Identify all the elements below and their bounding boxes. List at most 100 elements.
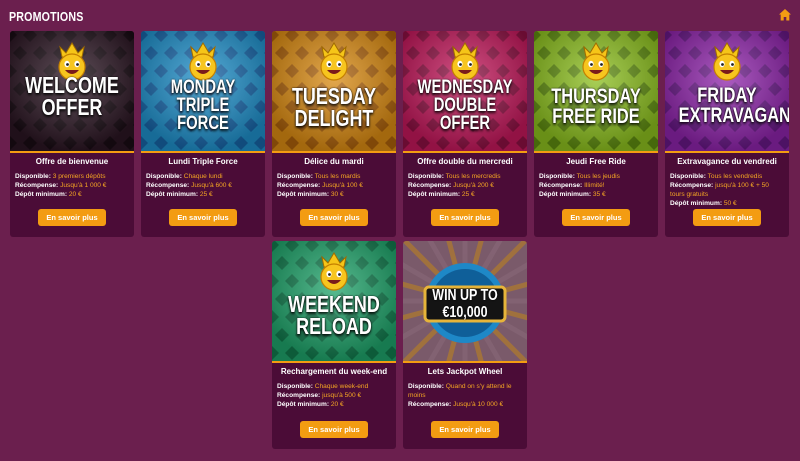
promo-banner-image[interactable]: TUESDAY DELIGHT bbox=[272, 31, 396, 153]
promo-details: Disponible: 3 premiers dépôts Récompense:… bbox=[10, 172, 134, 199]
promo-title: Rechargement du week-end bbox=[280, 367, 388, 376]
promo-detail-value: 30 € bbox=[330, 191, 344, 198]
learn-more-button[interactable]: En savoir plus bbox=[169, 209, 237, 226]
promo-detail-row: Récompense: Jusqu'à 10 000 € bbox=[408, 400, 522, 409]
promo-card[interactable]: WEDNESDAY DOUBLE OFFER Offre double du me… bbox=[403, 31, 527, 237]
promo-detail-row: Disponible: Tous les mardis bbox=[277, 172, 391, 181]
promo-card[interactable]: MONDAY TRIPLE FORCE Lundi Triple Force Dis… bbox=[141, 31, 265, 237]
promo-detail-label: Dépôt minimum: bbox=[539, 191, 592, 198]
promo-detail-value: Tous les vendredis bbox=[707, 173, 763, 180]
promo-title: Lundi Triple Force bbox=[168, 157, 238, 166]
header: PROMOTIONS bbox=[0, 0, 800, 30]
promo-detail-row: Dépôt minimum: 20 € bbox=[15, 190, 129, 199]
promo-detail-label: Dépôt minimum: bbox=[408, 191, 461, 198]
promo-banner-image[interactable]: WIN UP TO €10,000 bbox=[403, 241, 527, 363]
promo-banner-image[interactable]: WEDNESDAY DOUBLE OFFER bbox=[403, 31, 527, 153]
promo-detail-row: Récompense: jusqu'à 100 € + 50 tours gra… bbox=[670, 181, 784, 199]
promo-banner-image[interactable]: WELCOME OFFER bbox=[10, 31, 134, 153]
learn-more-button[interactable]: En savoir plus bbox=[562, 209, 630, 226]
promo-card[interactable]: TUESDAY DELIGHT Délice du mardi Disponible… bbox=[272, 31, 396, 237]
promo-banner-image[interactable]: MONDAY TRIPLE FORCE bbox=[141, 31, 265, 153]
promo-detail-value: 25 € bbox=[199, 191, 213, 198]
promo-detail-row: Dépôt minimum: 25 € bbox=[146, 190, 260, 199]
promo-detail-value: 20 € bbox=[68, 191, 82, 198]
promo-detail-value: Jusqu'à 1 000 € bbox=[60, 182, 107, 189]
promo-card[interactable]: FRIDAY EXTRAVAGANZA Extravagance du vendr… bbox=[665, 31, 789, 237]
learn-more-button[interactable]: En savoir plus bbox=[300, 421, 368, 438]
promo-detail-row: Disponible: Chaque lundi bbox=[146, 172, 260, 181]
promo-detail-value: Chaque week-end bbox=[314, 383, 369, 390]
learn-more-button[interactable]: En savoir plus bbox=[693, 209, 761, 226]
promo-detail-label: Dépôt minimum: bbox=[670, 200, 723, 207]
promo-detail-label: Récompense: bbox=[146, 182, 190, 189]
learn-more-button[interactable]: En savoir plus bbox=[431, 209, 499, 226]
promo-detail-row: Disponible: Quand on s'y attend le moins bbox=[408, 382, 522, 400]
promo-headline: TUESDAY DELIGHT bbox=[291, 83, 377, 131]
promo-detail-row: Disponible: Tous les vendredis bbox=[670, 172, 784, 181]
promo-detail-row: Récompense: Jusqu'à 1 000 € bbox=[15, 181, 129, 190]
promo-title: Jeudi Free Ride bbox=[566, 157, 626, 166]
promo-card[interactable]: WEEKEND RELOAD Rechargement du week-end Di… bbox=[272, 241, 396, 449]
promo-title: Offre de bienvenue bbox=[35, 157, 109, 166]
promo-detail-row: Récompense: jusqu'à 500 € bbox=[277, 391, 391, 400]
promo-detail-row: Dépôt minimum: 20 € bbox=[277, 400, 391, 409]
promo-banner-image[interactable]: FRIDAY EXTRAVAGANZA bbox=[665, 31, 789, 153]
promo-detail-value: Jusqu'à 600 € bbox=[191, 182, 232, 189]
promo-headline: WIN UP TO €10,000 bbox=[432, 287, 498, 321]
promo-detail-value: Tous les mercredis bbox=[445, 173, 501, 180]
promo-details: Disponible: Quand on s'y attend le moins… bbox=[403, 382, 527, 409]
promo-banner-image[interactable]: THURSDAY FREE RIDE bbox=[534, 31, 658, 153]
promo-detail-value: jusqu'à 500 € bbox=[322, 392, 362, 399]
promo-detail-label: Récompense: bbox=[670, 182, 714, 189]
promo-detail-label: Disponible: bbox=[15, 173, 51, 180]
promo-detail-label: Dépôt minimum: bbox=[277, 191, 330, 198]
promo-detail-label: Dépôt minimum: bbox=[277, 401, 330, 408]
promo-detail-row: Dépôt minimum: 30 € bbox=[277, 190, 391, 199]
page-title: PROMOTIONS bbox=[9, 9, 84, 24]
promo-headline: WEEKEND RELOAD bbox=[288, 291, 380, 339]
promo-details: Disponible: Chaque week-end Récompense: j… bbox=[272, 382, 396, 409]
promo-detail-value: Illimité! bbox=[584, 182, 605, 189]
promo-detail-value: 3 premiers dépôts bbox=[52, 173, 106, 180]
promo-banner-image[interactable]: WEEKEND RELOAD bbox=[272, 241, 396, 363]
promo-details: Disponible: Chaque lundi Récompense: Jusq… bbox=[141, 172, 265, 199]
promo-detail-label: Disponible: bbox=[408, 173, 444, 180]
promo-detail-value: 35 € bbox=[592, 191, 606, 198]
promo-card[interactable]: WIN UP TO €10,000 Lets Jackpot Wheel Dispo… bbox=[403, 241, 527, 449]
promo-detail-label: Disponible: bbox=[277, 383, 313, 390]
learn-more-button[interactable]: En savoir plus bbox=[38, 209, 106, 226]
promo-details: Disponible: Tous les mercredis Récompense… bbox=[403, 172, 527, 199]
promo-title: Lets Jackpot Wheel bbox=[427, 367, 503, 376]
promo-detail-row: Dépôt minimum: 35 € bbox=[539, 190, 653, 199]
promo-detail-label: Récompense: bbox=[277, 392, 321, 399]
promo-title: Extravagance du vendredi bbox=[677, 157, 777, 166]
promo-detail-label: Récompense: bbox=[539, 182, 583, 189]
promo-details: Disponible: Tous les mardis Récompense: J… bbox=[272, 172, 396, 199]
home-icon[interactable] bbox=[778, 8, 792, 22]
promo-title: Délice du mardi bbox=[304, 157, 364, 166]
mascot-icon bbox=[320, 252, 348, 291]
promo-detail-row: Disponible: 3 premiers dépôts bbox=[15, 172, 129, 181]
promo-detail-value: Jusqu'à 200 € bbox=[453, 182, 494, 189]
promo-card[interactable]: WELCOME OFFER Offre de bienvenue Disponibl… bbox=[10, 31, 134, 237]
promo-detail-value: Tous les jeudis bbox=[576, 173, 620, 180]
promo-details: Disponible: Tous les vendredis Récompense… bbox=[665, 172, 789, 208]
promo-detail-label: Récompense: bbox=[15, 182, 59, 189]
promo-detail-label: Disponible: bbox=[277, 173, 313, 180]
mascot-icon bbox=[713, 42, 741, 81]
learn-more-button[interactable]: En savoir plus bbox=[300, 209, 368, 226]
promo-detail-row: Récompense: Illimité! bbox=[539, 181, 653, 190]
promo-card[interactable]: THURSDAY FREE RIDE Jeudi Free Ride Disponi… bbox=[534, 31, 658, 237]
learn-more-button[interactable]: En savoir plus bbox=[431, 421, 499, 438]
promo-detail-row: Récompense: Jusqu'à 600 € bbox=[146, 181, 260, 190]
promo-detail-value: Chaque lundi bbox=[183, 173, 223, 180]
promo-detail-label: Récompense: bbox=[277, 182, 321, 189]
promo-detail-row: Disponible: Tous les mercredis bbox=[408, 172, 522, 181]
promo-detail-label: Disponible: bbox=[408, 383, 444, 390]
promo-detail-label: Disponible: bbox=[670, 173, 706, 180]
promo-detail-value: 20 € bbox=[330, 401, 344, 408]
promo-detail-row: Disponible: Tous les jeudis bbox=[539, 172, 653, 181]
promo-detail-label: Récompense: bbox=[408, 182, 452, 189]
promo-detail-row: Récompense: Jusqu'à 200 € bbox=[408, 181, 522, 190]
promo-detail-value: 50 € bbox=[723, 200, 737, 207]
